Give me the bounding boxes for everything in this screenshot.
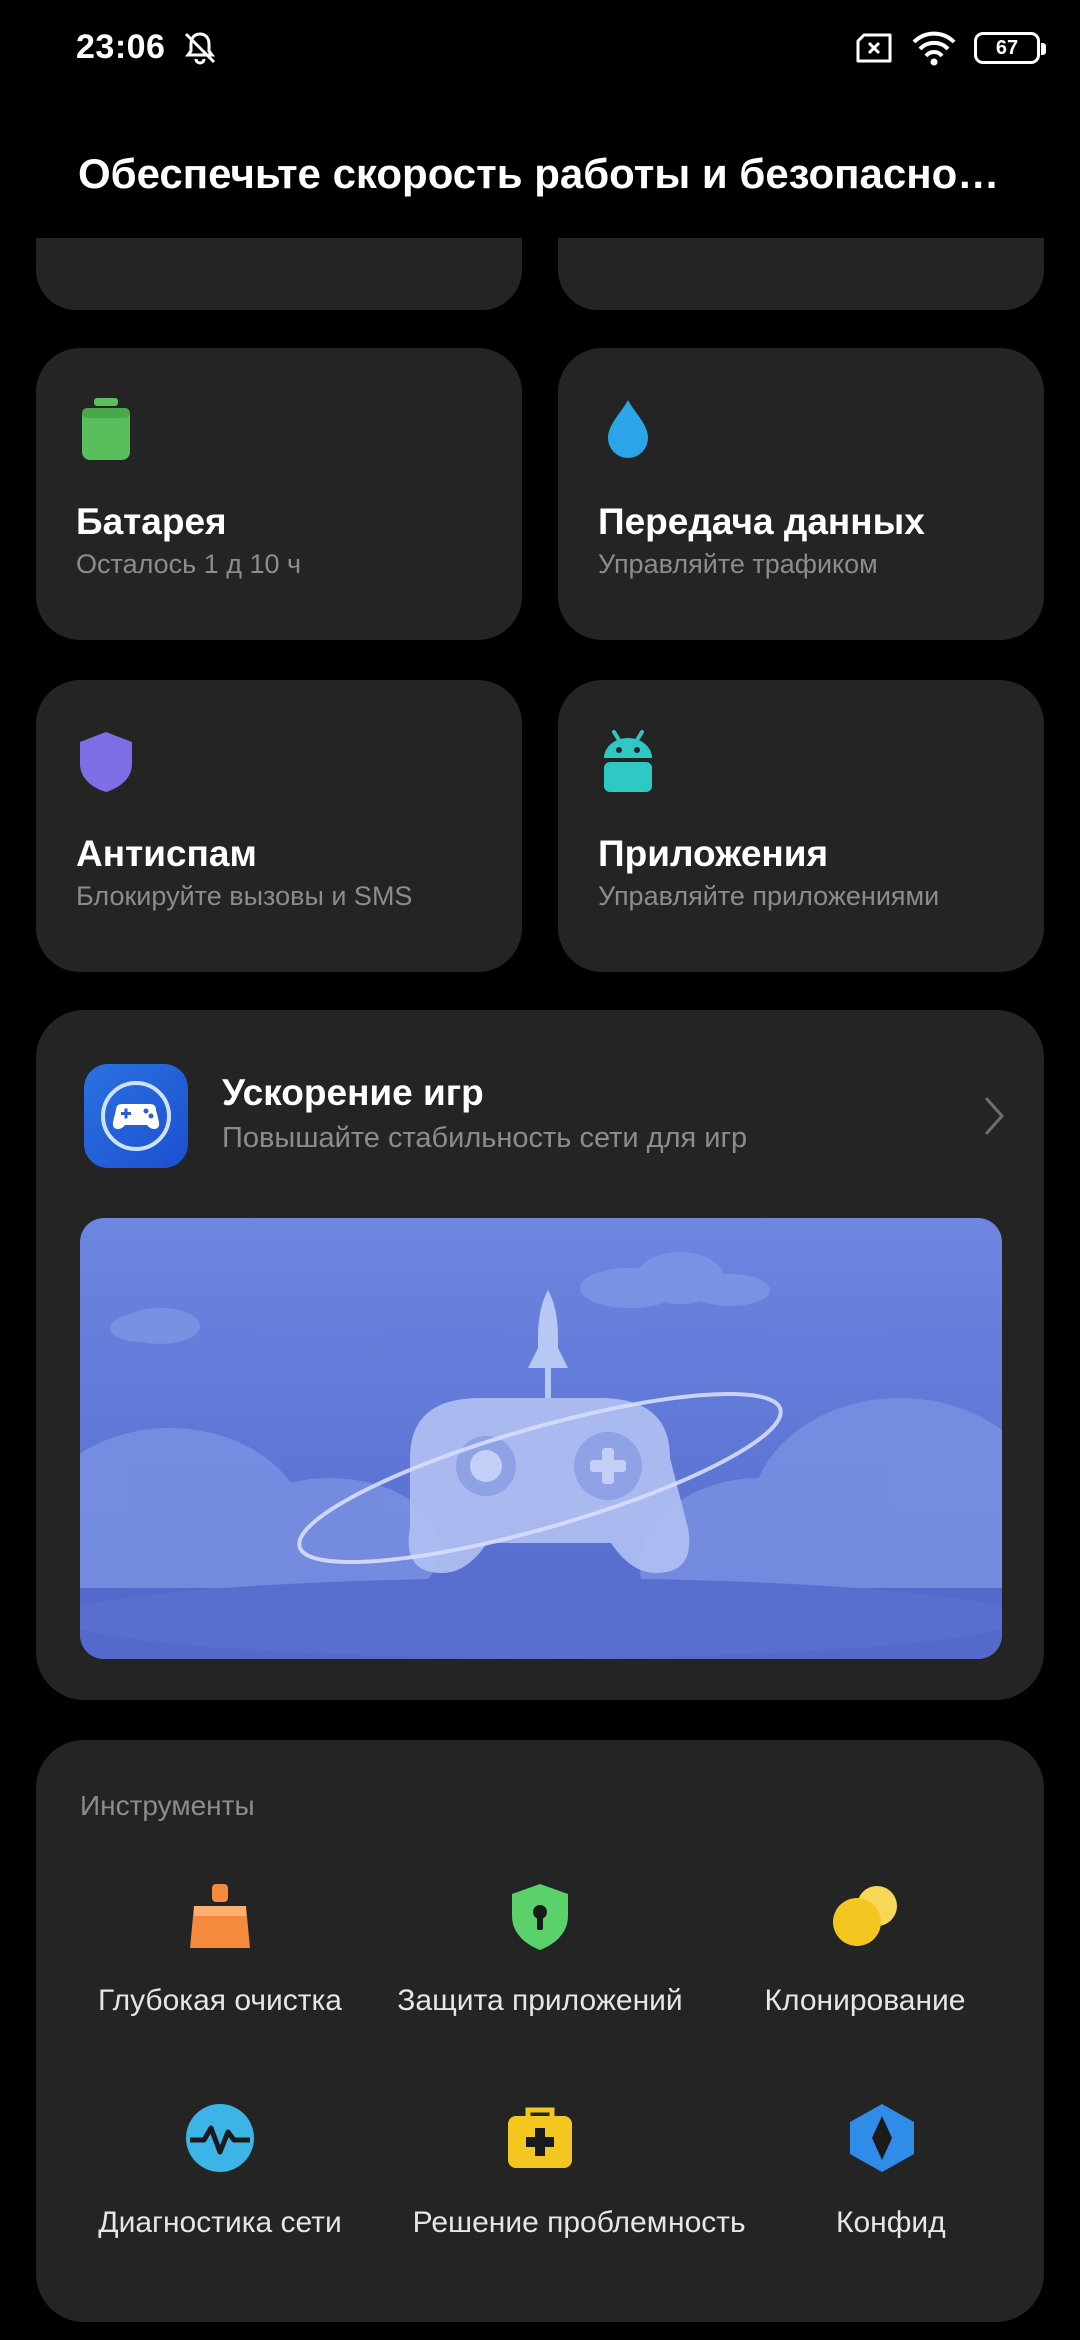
tool-label: Защита приложений <box>397 1984 683 2017</box>
tools-card: Инструменты Глубокая очистка Защита прил… <box>36 1740 1044 2322</box>
tool-confidential[interactable]: Конфид <box>826 2102 1008 2252</box>
shield-icon <box>80 732 132 792</box>
rocket-gamepad-illustration <box>80 1252 1002 1659</box>
tool-label: ность <box>668 2206 746 2239</box>
apps-subtitle: Управляйте приложениями <box>598 881 940 911</box>
game-boost-title: Ускорение игр <box>222 1072 484 1113</box>
gamepad-icon <box>101 1081 171 1151</box>
tool-troubleshoot[interactable]: Решение проблем <box>375 2102 705 2252</box>
tool-label: Конфид <box>836 2206 946 2239</box>
status-icons: 67 <box>854 26 1046 70</box>
lock-shield-icon <box>512 1884 568 1950</box>
tool-label: Диагностика сети <box>98 2206 342 2239</box>
tool-app-lock[interactable]: Защита приложений <box>375 1880 705 2030</box>
broom-icon <box>190 1884 250 1948</box>
battery-card[interactable]: Батарея Осталось 1 д 10 ч <box>36 348 522 640</box>
water-drop-icon <box>608 400 648 458</box>
network-pulse-icon <box>186 2104 254 2172</box>
data-usage-title: Передача данных <box>598 501 925 542</box>
battery-subtitle: Осталось 1 д 10 ч <box>76 549 302 579</box>
tool-deep-clean[interactable]: Глубокая очистка <box>55 1880 385 2030</box>
battery-icon <box>82 398 130 460</box>
wifi-icon <box>912 31 956 66</box>
clone-circles-icon <box>833 1886 897 1946</box>
antispam-card[interactable]: Антиспам Блокируйте вызовы и SMS <box>36 680 522 972</box>
status-bar: 23:06 67 <box>0 0 1080 100</box>
bell-muted-icon <box>184 32 216 65</box>
game-app-icon <box>84 1064 188 1168</box>
scrolled-card-right[interactable] <box>558 238 1044 310</box>
no-sim-icon <box>856 33 892 63</box>
tool-label: Решение проблем <box>412 2206 668 2239</box>
antispam-subtitle: Блокируйте вызовы и SMS <box>76 881 413 911</box>
page-title: Обеспечьте скорость работы и безопасно… <box>78 150 1000 197</box>
tool-privacy-partial[interactable]: ность <box>668 2102 818 2252</box>
tools-section-label: Инструменты <box>80 1790 255 1821</box>
game-boost-subtitle: Повышайте стабильность сети для игр <box>222 1122 748 1154</box>
battery-level: 67 <box>995 36 1019 59</box>
tool-network-diagnostics[interactable]: Диагностика сети <box>55 2102 385 2252</box>
chevron-right-icon <box>984 1097 1005 1135</box>
diamond-icon <box>850 2104 914 2172</box>
data-usage-subtitle: Управляйте трафиком <box>598 549 878 579</box>
game-boost-banner[interactable] <box>80 1218 1002 1659</box>
battery-title: Батарея <box>76 501 227 542</box>
status-time: 23:06 <box>76 28 166 66</box>
battery-indicator: 67 <box>974 32 1046 64</box>
tool-label: Глубокая очистка <box>98 1984 342 2017</box>
apps-title: Приложения <box>598 833 829 874</box>
android-icon <box>604 730 652 792</box>
scrolled-card-left[interactable] <box>36 238 522 310</box>
antispam-title: Антиспам <box>76 833 257 874</box>
data-usage-card[interactable]: Передача данных Управляйте трафиком <box>558 348 1044 640</box>
game-boost-card[interactable]: Ускорение игр Повышайте стабильность сет… <box>36 1010 1044 1700</box>
first-aid-kit-icon <box>508 2107 572 2168</box>
apps-card[interactable]: Приложения Управляйте приложениями <box>558 680 1044 972</box>
tool-clone[interactable]: Клонирование <box>700 1880 1030 2030</box>
tool-label: Клонирование <box>764 1984 966 2017</box>
